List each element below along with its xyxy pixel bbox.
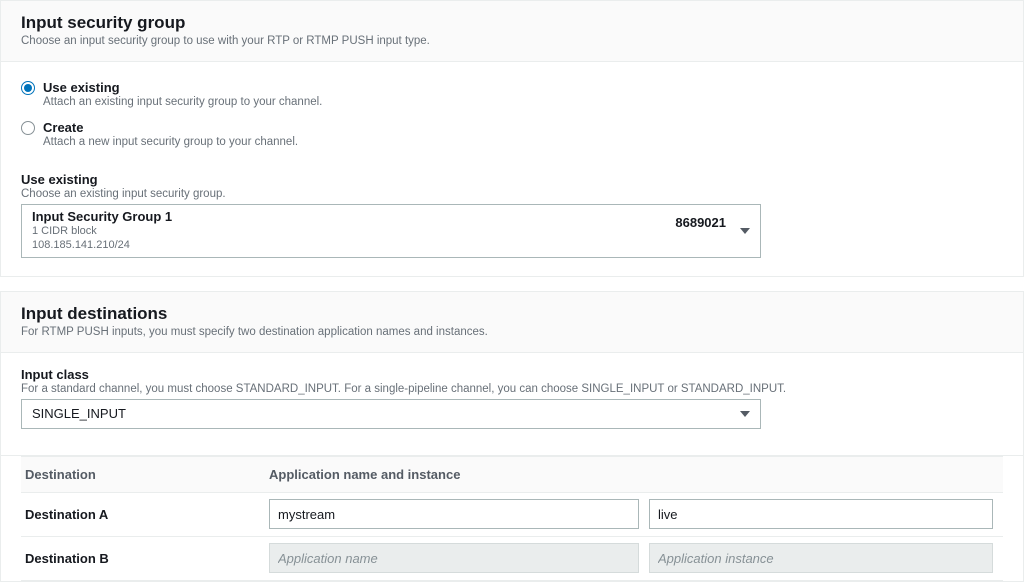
panel-header: Input destinations For RTMP PUSH inputs,…	[1, 292, 1023, 353]
field-label: Use existing	[21, 172, 1003, 187]
application-name-input	[269, 543, 639, 573]
radio-text: Use existing Attach an existing input se…	[43, 80, 322, 108]
sg-id: 8689021	[675, 215, 726, 230]
col-header-app-instance: Application name and instance	[269, 467, 649, 482]
panel-description: Choose an input security group to use wi…	[21, 35, 1003, 47]
radio-text: Create Attach a new input security group…	[43, 120, 298, 148]
destination-label: Destination A	[21, 507, 269, 522]
radio-use-existing[interactable]: Use existing Attach an existing input se…	[21, 76, 1003, 116]
panel-body: Use existing Attach an existing input se…	[1, 62, 1023, 276]
sg-right: 8689021	[675, 215, 750, 246]
destinations-table: Destination Application name and instanc…	[21, 455, 1003, 581]
input-class-value: SINGLE_INPUT	[32, 406, 126, 421]
field-hint: Choose an existing input security group.	[21, 188, 1003, 200]
panel-header: Input security group Choose an input sec…	[1, 1, 1023, 62]
sg-name: Input Security Group 1	[32, 209, 172, 225]
sg-cidr-value: 108.185.141.210/24	[32, 239, 172, 253]
sg-radio-group: Use existing Attach an existing input se…	[21, 76, 1003, 156]
panel-description: For RTMP PUSH inputs, you must specify t…	[21, 326, 1003, 338]
table-row: Destination B	[21, 537, 1003, 581]
application-instance-input[interactable]	[649, 499, 993, 529]
panel-input-destinations: Input destinations For RTMP PUSH inputs,…	[0, 291, 1024, 582]
radio-label: Use existing	[43, 80, 322, 95]
panel-title: Input destinations	[21, 304, 1003, 324]
table-header-row: Destination Application name and instanc…	[21, 456, 1003, 493]
panel-input-security-group: Input security group Choose an input sec…	[0, 0, 1024, 277]
destination-label: Destination B	[21, 551, 269, 566]
input-class-field: Input class For a standard channel, you …	[21, 367, 1003, 429]
chevron-down-icon	[740, 228, 750, 234]
field-label: Input class	[21, 367, 1003, 382]
radio-create[interactable]: Create Attach a new input security group…	[21, 116, 1003, 156]
application-name-input[interactable]	[269, 499, 639, 529]
sg-selected-info: Input Security Group 1 1 CIDR block 108.…	[32, 209, 172, 253]
radio-hint: Attach a new input security group to you…	[43, 136, 298, 148]
page-title: Input security group	[21, 13, 1003, 33]
sg-cidr-summary: 1 CIDR block	[32, 225, 172, 239]
radio-dot-icon	[21, 121, 35, 135]
table-row: Destination A	[21, 493, 1003, 537]
security-group-select[interactable]: Input Security Group 1 1 CIDR block 108.…	[21, 204, 761, 258]
radio-hint: Attach an existing input security group …	[43, 96, 322, 108]
radio-dot-icon	[21, 81, 35, 95]
panel-body: Input class For a standard channel, you …	[1, 353, 1023, 581]
application-instance-input	[649, 543, 993, 573]
radio-label: Create	[43, 120, 298, 135]
col-header-destination: Destination	[21, 467, 269, 482]
input-class-select[interactable]: SINGLE_INPUT	[21, 399, 761, 429]
chevron-down-icon	[740, 411, 750, 417]
use-existing-field: Use existing Choose an existing input se…	[21, 172, 1003, 258]
field-hint: For a standard channel, you must choose …	[21, 383, 1003, 395]
